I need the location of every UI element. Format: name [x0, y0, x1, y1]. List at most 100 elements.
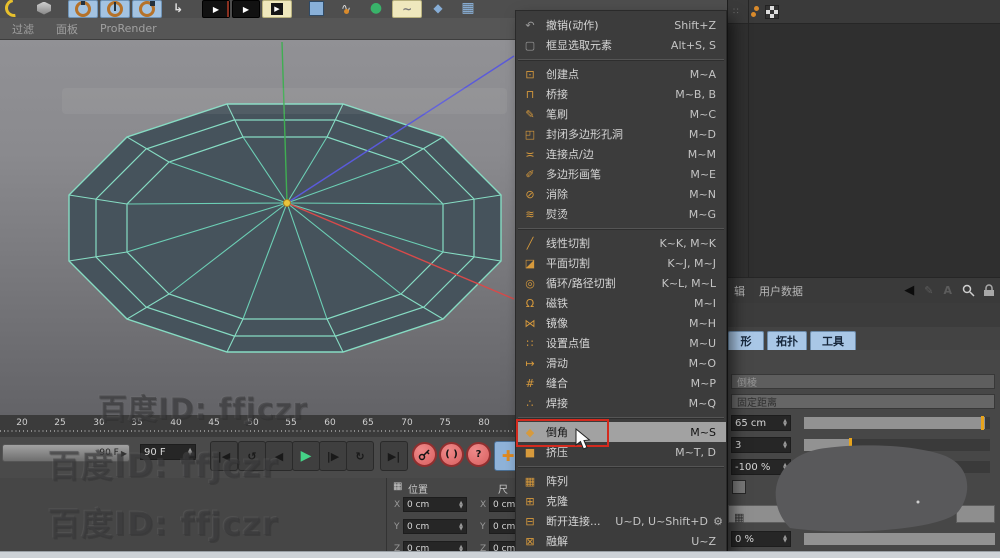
menu-item-slide[interactable]: ↦ 滑动 M~O — [516, 353, 726, 373]
right-panel: ∷ 辑 用户数据 ◀ ✎ A 形 拓扑 工具 倒棱 固定距离 65 cm ▲▼ — [727, 0, 1000, 551]
menu-item-label: 镜像 — [546, 317, 568, 330]
menu-item-mirror[interactable]: ⋈ 镜像 M~H — [516, 313, 726, 333]
render-settings-icon: ▶ — [271, 3, 283, 15]
menu-item-weld[interactable]: ∴ 焊接 M~Q — [516, 393, 726, 413]
attr-menu-user-data[interactable]: 用户数据 — [759, 283, 803, 299]
menu-item-create-point[interactable]: ⊡ 创建点 M~A — [516, 64, 726, 84]
workplane-arrow-icon-button[interactable]: ↳ — [164, 0, 192, 16]
position-x-stepper[interactable]: ▲ ▼ — [459, 500, 463, 509]
text-a-icon[interactable]: A — [943, 284, 952, 297]
position-y-stepper[interactable]: ▲ ▼ — [459, 522, 463, 531]
visibility-dots-icon[interactable] — [750, 2, 759, 21]
menu-item-array[interactable]: ▦ 阵列 — [516, 471, 726, 491]
edges-mode-icon-button[interactable] — [100, 0, 130, 18]
autokeying-button[interactable]: ? — [466, 442, 491, 467]
search-icon[interactable] — [962, 284, 975, 297]
back-arrow-icon[interactable]: ◀ — [904, 283, 914, 298]
model-mode-icon-button[interactable] — [30, 0, 58, 16]
menu-item-iron[interactable]: ≋ 熨烫 M~G — [516, 204, 726, 224]
mirror-icon: ⋈ — [524, 316, 536, 330]
attr-menu-edit[interactable]: 辑 — [734, 283, 745, 299]
axis-label-x: X — [394, 500, 401, 510]
next-key-button[interactable]: ↻ — [346, 441, 374, 471]
points-mode-icon-button[interactable] — [68, 0, 98, 18]
menu-item-shortcut: M~M — [687, 147, 716, 161]
limit-checkbox[interactable] — [732, 480, 746, 494]
tab-topology[interactable]: 拓扑 — [767, 331, 807, 350]
offset-slider[interactable] — [804, 417, 990, 429]
menu-item-label: 桥接 — [546, 88, 568, 101]
polygons-mode-icon-button[interactable] — [132, 0, 162, 18]
position-x-field[interactable]: 0 cm ▲ ▼ — [403, 497, 467, 512]
keyframe-selection-button[interactable]: ( ) — [439, 442, 464, 467]
menu-item-frame-selected[interactable]: ▢ 框显选取元素 Alt+S, S — [516, 35, 726, 55]
floor-grid-icon-button[interactable]: ▦ — [454, 0, 482, 16]
viewport-3d[interactable] — [0, 40, 515, 415]
menu-item-line-cut[interactable]: ╱ 线性切割 K~K, M~K — [516, 233, 726, 253]
menu-item-melt[interactable]: ⊠ 融解 U~Z — [516, 531, 726, 551]
goto-end-button[interactable]: ▶| — [380, 441, 408, 471]
volume-icon-button[interactable]: ◆ — [424, 0, 452, 16]
menu-item-label: 连接点/边 — [546, 148, 594, 161]
offset-slider-handle[interactable] — [981, 416, 984, 430]
menu-item-stitch[interactable]: # 缝合 M~P — [516, 373, 726, 393]
menu-item-shortcut: U~D, U~Shift+D — [615, 514, 708, 528]
menu-separator — [516, 462, 726, 471]
offset-field[interactable]: 65 cm ▲ ▼ — [731, 415, 791, 431]
ruler-tickmarks — [0, 430, 515, 432]
bevel-mode-dropdown[interactable]: 倒棱 — [731, 374, 995, 389]
watermark-blob — [775, 445, 968, 532]
menu-item-bridge[interactable]: ⊓ 桥接 M~B, B — [516, 84, 726, 104]
polygon-pen-icon: ✐ — [525, 167, 535, 181]
tab-deform[interactable]: 形 — [728, 331, 764, 350]
offset-mode-dropdown[interactable]: 固定距离 — [731, 394, 995, 409]
bottom-percent-value: 0 % — [735, 533, 755, 545]
record-keyframe-button[interactable] — [412, 442, 437, 467]
menu-item-disconnect[interactable]: ⊟ 断开连接... U~D, U~Shift+D ⚙ — [516, 511, 726, 531]
pen-icon[interactable]: ✎ — [924, 284, 933, 297]
position-y-field[interactable]: 0 cm ▲ ▼ — [403, 519, 467, 534]
render-region-icon-button[interactable]: ▶ — [232, 0, 260, 18]
primitive-cube-icon-button[interactable] — [302, 0, 330, 16]
menu-item-clone[interactable]: ⊞ 克隆 — [516, 491, 726, 511]
menu-item-shortcut: M~I — [694, 296, 716, 310]
key-icon — [418, 449, 430, 461]
menu-item-brush[interactable]: ✎ 笔刷 M~C — [516, 104, 726, 124]
menu-item-polygon-pen[interactable]: ✐ 多边形画笔 M~E — [516, 164, 726, 184]
watermark-transport: 百度ID: ffjczr — [48, 447, 279, 485]
offset-stepper[interactable]: ▲ ▼ — [783, 419, 787, 428]
play-button[interactable]: ▶ — [292, 441, 320, 471]
menu-item-connect-points[interactable]: ≍ 连接点/边 M~M — [516, 144, 726, 164]
menu-item-label: 滑动 — [546, 357, 568, 370]
menu-item-label: 多边形画笔 — [546, 168, 601, 181]
gear-icon[interactable]: ⚙ — [713, 515, 723, 528]
viewport-menu-panel[interactable]: 面板 — [56, 21, 78, 37]
spline-icon-button[interactable]: ∿ — [332, 0, 360, 16]
viewport-menu-prorender[interactable]: ProRender — [100, 22, 157, 35]
menu-item-magnet[interactable]: Ω 磁铁 M~I — [516, 293, 726, 313]
render-view-icon-button[interactable]: ▶ — [202, 0, 230, 18]
edges-mode-icon — [107, 1, 123, 17]
viewport-menu-filter[interactable]: 过滤 — [12, 21, 34, 37]
tab-tool[interactable]: 工具 — [810, 331, 856, 350]
menu-item-dissolve[interactable]: ⊘ 消除 M~N — [516, 184, 726, 204]
lock-icon[interactable] — [983, 284, 995, 297]
melt-icon: ⊠ — [525, 534, 535, 548]
menu-item-close-polygon-hole[interactable]: ◰ 封闭多边形孔洞 M~D — [516, 124, 726, 144]
floor-grid-icon: ▦ — [461, 0, 475, 16]
slide-icon: ↦ — [525, 356, 535, 370]
menu-item-loop-cut[interactable]: ◎ 循环/路径切割 K~L, M~L — [516, 273, 726, 293]
menu-item-undo[interactable]: ↶ 撤销(动作) Shift+Z — [516, 15, 726, 35]
menu-item-set-point-value[interactable]: ∷ 设置点值 M~U — [516, 333, 726, 353]
menu-item-label: 平面切割 — [546, 257, 590, 270]
menu-item-label: 循环/路径切割 — [546, 277, 616, 290]
ruler-tick: 25 — [54, 418, 66, 428]
subdivision-surface-icon-button[interactable]: ● — [362, 0, 390, 16]
next-frame-button[interactable]: |▶ — [319, 441, 347, 471]
magnet-icon: Ω — [525, 296, 535, 310]
deformer-icon-button[interactable]: ∼ — [392, 0, 422, 18]
render-settings-icon-button[interactable]: ▶ — [262, 0, 292, 18]
menu-item-plane-cut[interactable]: ◪ 平面切割 K~J, M~J — [516, 253, 726, 273]
texture-tag-icon[interactable] — [764, 4, 779, 19]
spline-pen-icon-button[interactable] — [0, 0, 28, 18]
